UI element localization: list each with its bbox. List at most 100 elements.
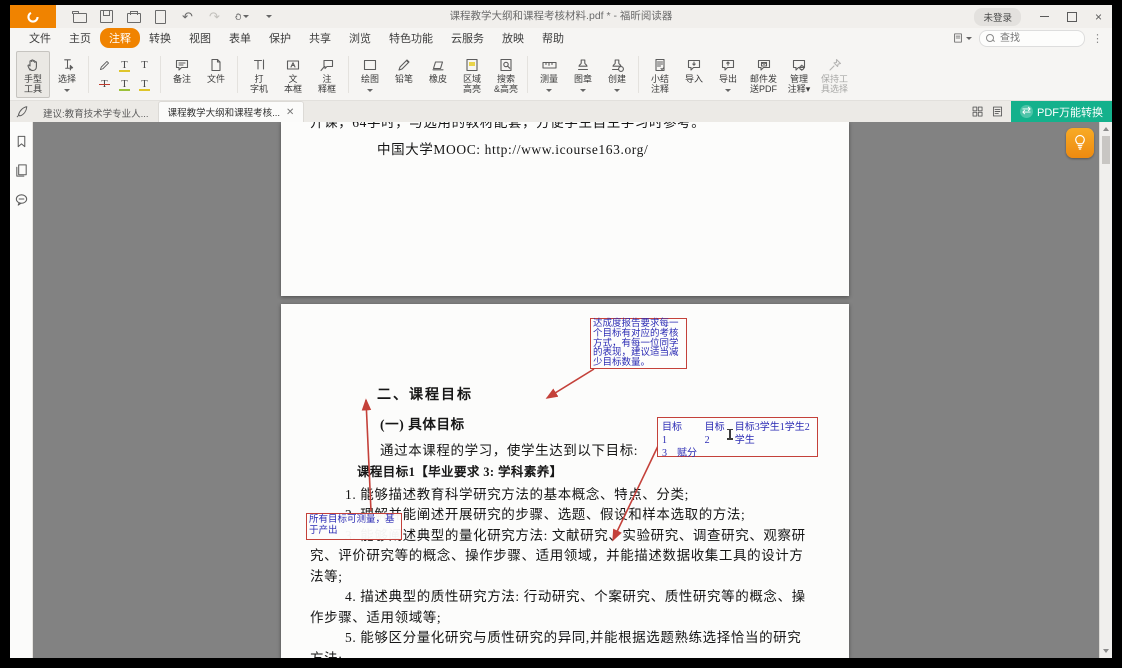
manage-comments-button[interactable]: 管理注释▾: [782, 51, 816, 98]
menu-help[interactable]: 帮助: [533, 28, 573, 48]
select-tool-button[interactable]: 选择: [50, 51, 84, 98]
page-display-dropdown[interactable]: [952, 32, 972, 44]
hand-mini-icon: [234, 10, 243, 23]
select-cursor-icon: [60, 55, 75, 74]
file-attachment-button[interactable]: 文件: [199, 51, 233, 98]
create-stamp-button[interactable]: 创建: [600, 51, 634, 98]
pencil-icon: [396, 55, 412, 74]
tab-document-1[interactable]: 建议:教育技术学专业人...: [34, 103, 158, 122]
annotation-text: 3 赋分: [662, 447, 813, 460]
open-file-icon[interactable]: [72, 9, 87, 24]
comments-panel-icon[interactable]: [14, 192, 29, 207]
menu-comment[interactable]: 注释: [100, 28, 140, 48]
squiggly-underline-tool[interactable]: T: [116, 57, 133, 74]
menu-form[interactable]: 表单: [220, 28, 260, 48]
bookmarks-panel-icon[interactable]: [14, 134, 29, 149]
area-highlight-icon: [464, 55, 480, 74]
scroll-up-arrow[interactable]: [1103, 127, 1109, 131]
grid-view-icon[interactable]: [971, 105, 984, 118]
pdf-convert-button[interactable]: ⇄ PDF万能转换: [1011, 101, 1112, 122]
undo-icon[interactable]: ↶: [180, 9, 195, 24]
more-menu-options[interactable]: ⋮: [1092, 32, 1104, 45]
quick-access-toolbar: ↶ ↷: [72, 9, 276, 24]
menu-browse[interactable]: 浏览: [340, 28, 380, 48]
more-quick-tools[interactable]: [261, 9, 276, 24]
menu-slideshow[interactable]: 放映: [493, 28, 533, 48]
body-line: 法等;: [310, 569, 343, 584]
menu-file[interactable]: 文件: [20, 28, 60, 48]
typewriter-button[interactable]: 打字机: [242, 51, 276, 98]
quick-tool-dropdown[interactable]: [234, 9, 249, 24]
menu-view[interactable]: 视图: [180, 28, 220, 48]
app-logo[interactable]: [10, 5, 56, 28]
callout-button[interactable]: 注释框: [310, 51, 344, 98]
pushpin-icon: [827, 55, 843, 74]
page-thumbnails-icon[interactable]: [14, 163, 29, 178]
assistant-bulb-button[interactable]: [1066, 128, 1094, 158]
menu-share[interactable]: 共享: [300, 28, 340, 48]
lightbulb-icon: [1072, 134, 1088, 152]
find-input[interactable]: [998, 32, 1064, 45]
tab-label: 建议:教育技术学专业人...: [43, 106, 149, 120]
quill-pen-icon[interactable]: [10, 101, 34, 122]
redo-icon[interactable]: ↷: [207, 9, 222, 24]
pencil-button[interactable]: 铅笔: [387, 51, 421, 98]
reading-mode-icon[interactable]: [991, 105, 1004, 118]
menu-protect[interactable]: 保护: [260, 28, 300, 48]
insert-text-tool[interactable]: T: [136, 57, 153, 74]
export-bubble-icon: [720, 55, 736, 74]
strikethrough-tool[interactable]: T: [96, 76, 113, 93]
main-content: 开课，64学时，与选用的教材配套，方便学生自主学习时参考。 中国大学MOOC: …: [10, 122, 1112, 658]
new-page-icon[interactable]: [153, 9, 168, 24]
tab-close-icon[interactable]: ✕: [286, 107, 294, 118]
annotation-note-right[interactable]: 目标1 目标2 目标3学生1学生2学生 3 赋分: [657, 417, 818, 457]
eraser-icon: [430, 55, 446, 74]
textbox-icon: [285, 55, 301, 74]
body-line: 2. 理解并能阐述开展研究的步骤、选题、假设和样本选取的方法;: [345, 507, 745, 522]
highlight-tool[interactable]: [96, 57, 113, 74]
minimize-button[interactable]: [1031, 5, 1058, 28]
menu-cloud[interactable]: 云服务: [442, 28, 493, 48]
document-tab-bar: 建议:教育技术学专业人... 课程教学大纲和课程考核... ✕ ⇄ PDF万能转…: [10, 101, 1112, 122]
menu-convert[interactable]: 转换: [140, 28, 180, 48]
search-icon: [986, 34, 994, 42]
annotation-note-top[interactable]: 达成度报告要求每一个目标有对应的考核方式，有每一位同学的表现，建议适当减少目标数…: [590, 318, 687, 369]
document-view[interactable]: 开课，64学时，与选用的教材配套，方便学生自主学习时参考。 中国大学MOOC: …: [33, 122, 1112, 658]
note-button[interactable]: 备注: [165, 51, 199, 98]
replace-text-tool[interactable]: T: [136, 76, 153, 93]
eraser-button[interactable]: 橡皮: [421, 51, 455, 98]
export-comments-button[interactable]: 导出: [711, 51, 745, 98]
stamp-icon: [575, 55, 591, 74]
underline-tool[interactable]: T: [116, 76, 133, 93]
search-highlight-button[interactable]: 搜索&高亮: [489, 51, 523, 98]
email-pdf-button[interactable]: 邮件发送PDF: [745, 51, 782, 98]
find-box[interactable]: [979, 30, 1085, 47]
vertical-scrollbar[interactable]: [1099, 122, 1112, 658]
stamp-button[interactable]: 图章: [566, 51, 600, 98]
tab-document-2[interactable]: 课程教学大纲和课程考核... ✕: [158, 101, 305, 122]
login-button[interactable]: 未登录: [974, 8, 1021, 26]
import-comments-button[interactable]: 导入: [677, 51, 711, 98]
measure-button[interactable]: 测量: [532, 51, 566, 98]
annotation-note-left[interactable]: 所有目标可测量，基于产出: [306, 513, 402, 540]
foxit-reader-window: ↶ ↷ 课程教学大纲和课程考核材料.pdf * - 福昕阅读器 未登录 × 文件…: [10, 5, 1112, 658]
summary-notes-button[interactable]: 小结注释: [643, 51, 677, 98]
text-cursor: [729, 429, 731, 440]
close-button[interactable]: ×: [1085, 5, 1112, 28]
menu-features[interactable]: 特色功能: [380, 28, 442, 48]
annotation-text: 目标2: [705, 421, 726, 447]
print-icon[interactable]: [126, 9, 141, 24]
restore-button[interactable]: [1058, 5, 1085, 28]
save-icon[interactable]: [99, 9, 114, 24]
drawing-button[interactable]: 绘图: [353, 51, 387, 98]
menu-home[interactable]: 主页: [60, 28, 100, 48]
scrollbar-thumb[interactable]: [1102, 136, 1110, 164]
textbox-button[interactable]: 文本框: [276, 51, 310, 98]
area-highlight-button[interactable]: 区域高亮: [455, 51, 489, 98]
menu-right-tools: ⋮: [952, 28, 1104, 48]
scroll-down-arrow[interactable]: [1103, 649, 1109, 653]
keep-tool-selected-button[interactable]: 保持工具选择: [816, 51, 853, 98]
create-stamp-icon: [609, 55, 625, 74]
hand-tool-button[interactable]: 手型工具: [16, 51, 50, 98]
objective-title: 课程目标1【毕业要求 3: 学科素养】: [357, 465, 563, 480]
